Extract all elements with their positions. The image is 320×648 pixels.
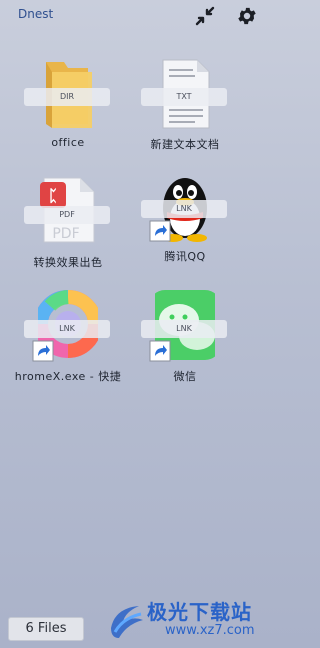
tile-pdf[interactable]: ᛈ PDF PDF 转换效果出色 (18, 176, 118, 288)
tile-chromex[interactable]: LNK hromeX.exe - 快捷 (15, 290, 121, 402)
watermark-text: 极光下载站 (147, 600, 252, 624)
settings-button[interactable] (235, 4, 259, 28)
tile-new-text-document[interactable]: TXT 新建文本文档 (135, 58, 235, 170)
tile-label: office (51, 136, 85, 149)
shortcut-arrow-icon (149, 340, 171, 362)
tile-label: 新建文本文档 (150, 138, 220, 151)
file-type-label: TXT (141, 88, 227, 106)
file-count-badge: 6 Files (8, 617, 84, 641)
gear-icon (238, 7, 256, 25)
shortcut-arrow-icon (149, 220, 171, 242)
file-type-label: LNK (141, 200, 227, 218)
tile-qq[interactable]: LNK 腾讯QQ (135, 170, 235, 282)
watermark-logo-icon (111, 606, 143, 638)
file-type-label: LNK (24, 320, 110, 338)
file-type-label: PDF (24, 206, 110, 224)
svg-text:ᛈ: ᛈ (48, 186, 58, 205)
shortcut-arrow-icon (32, 340, 54, 362)
collapse-button[interactable] (193, 4, 217, 28)
collapse-arrows-icon (195, 6, 215, 26)
watermark: 极光下载站 www.xz7.com (105, 596, 265, 648)
app-title: Dnest (18, 7, 54, 21)
file-type-label: LNK (141, 320, 227, 338)
tile-label: 转换效果出色 (33, 256, 103, 269)
svg-text:PDF: PDF (52, 226, 79, 242)
tile-wechat[interactable]: LNK 微信 (135, 290, 235, 402)
tile-label: hromeX.exe - 快捷 (14, 370, 122, 383)
tile-label: 腾讯QQ (164, 250, 206, 263)
file-type-label: DIR (24, 88, 110, 106)
tile-office[interactable]: DIR office (18, 58, 118, 170)
tile-label: 微信 (173, 370, 197, 383)
watermark-url: www.xz7.com (165, 623, 255, 638)
